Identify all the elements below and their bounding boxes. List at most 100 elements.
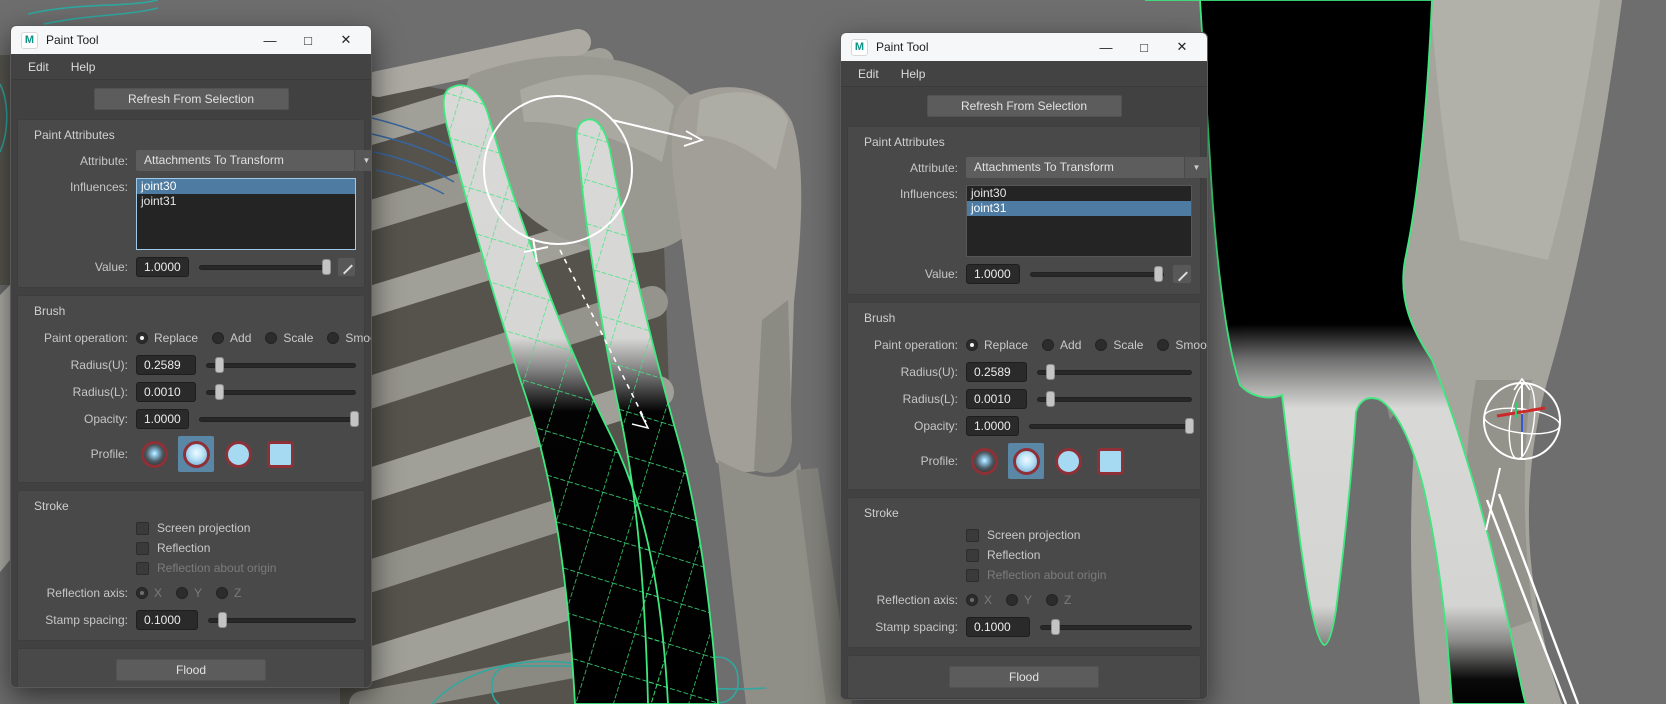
opacity-label: Opacity: (856, 419, 966, 433)
slider-track[interactable] (1037, 370, 1192, 375)
titlebar[interactable]: M Paint Tool — □ ✕ (841, 33, 1207, 61)
list-item-joint31[interactable]: joint31 (137, 194, 355, 209)
menubar: Edit Help (11, 54, 371, 80)
attribute-label: Attribute: (26, 154, 136, 168)
checkbox-icon[interactable] (136, 542, 149, 555)
slider-track[interactable] (206, 363, 356, 368)
slider-thumb[interactable] (218, 612, 227, 628)
profile-solid-button[interactable] (220, 436, 256, 472)
radius-l-field[interactable]: 0.0010 (136, 382, 196, 402)
slider-thumb[interactable] (215, 357, 224, 373)
profile-square-button[interactable] (1092, 443, 1128, 479)
menu-edit[interactable]: Edit (19, 57, 58, 77)
checkbox-screen-projection[interactable]: Screen projection (136, 521, 356, 535)
refresh-from-selection-button[interactable]: Refresh From Selection (927, 95, 1122, 117)
chevron-down-icon[interactable]: ▼ (1184, 157, 1208, 178)
attribute-dropdown-value: Attachments To Transform (136, 150, 354, 171)
profile-soft-button[interactable] (178, 436, 214, 472)
influences-list[interactable]: joint30 joint31 (136, 178, 356, 250)
stamp-spacing-slider[interactable] (1040, 618, 1192, 636)
value-slider[interactable] (1030, 265, 1164, 283)
maximize-icon[interactable]: □ (1129, 35, 1159, 59)
menu-help[interactable]: Help (62, 57, 105, 77)
stamp-spacing-field[interactable]: 0.1000 (966, 617, 1030, 637)
checkbox-icon (966, 569, 979, 582)
opacity-slider[interactable] (1029, 417, 1192, 435)
refresh-from-selection-button[interactable]: Refresh From Selection (94, 88, 289, 110)
slider-thumb[interactable] (350, 411, 359, 427)
list-item-joint30[interactable]: joint30 (137, 179, 355, 194)
list-item-joint31[interactable]: joint31 (967, 201, 1191, 216)
stamp-spacing-field[interactable]: 0.1000 (136, 610, 198, 630)
checkbox-screen-projection[interactable]: Screen projection (966, 528, 1192, 542)
checkbox-icon[interactable] (966, 529, 979, 542)
attach-slider-icon[interactable] (1172, 264, 1192, 284)
radio-scale[interactable]: Scale (1095, 338, 1143, 352)
radius-l-slider[interactable] (1037, 390, 1192, 408)
radius-u-slider[interactable] (1037, 363, 1192, 381)
close-icon[interactable]: ✕ (1167, 35, 1197, 59)
checkbox-icon[interactable] (966, 549, 979, 562)
titlebar[interactable]: M Paint Tool — □ ✕ (11, 26, 371, 54)
opacity-slider[interactable] (199, 410, 357, 428)
paint-operation-radios: Replace Add Scale Smooth (966, 338, 1208, 352)
checkbox-icon (136, 562, 149, 575)
slider-thumb[interactable] (1185, 418, 1194, 434)
slider-thumb[interactable] (1046, 391, 1055, 407)
radius-u-field[interactable]: 0.2589 (136, 355, 196, 375)
radius-l-slider[interactable] (206, 383, 356, 401)
slider-thumb[interactable] (1046, 364, 1055, 380)
profile-square-button[interactable] (262, 436, 298, 472)
radius-l-field[interactable]: 0.0010 (966, 389, 1027, 409)
radius-u-slider[interactable] (206, 356, 356, 374)
slider-track[interactable] (1037, 397, 1192, 402)
influences-list[interactable]: joint30 joint31 (966, 185, 1192, 257)
opacity-field[interactable]: 1.0000 (136, 409, 189, 429)
value-slider[interactable] (199, 258, 329, 276)
radio-add[interactable]: Add (1042, 338, 1081, 352)
slider-track[interactable] (199, 417, 357, 422)
minimize-icon[interactable]: — (1091, 35, 1121, 59)
slider-thumb[interactable] (215, 384, 224, 400)
value-field[interactable]: 1.0000 (136, 257, 189, 277)
slider-track[interactable] (1030, 272, 1164, 277)
close-icon[interactable]: ✕ (331, 28, 361, 52)
slider-track[interactable] (1040, 625, 1192, 630)
value-field[interactable]: 1.0000 (966, 264, 1020, 284)
slider-thumb[interactable] (1051, 619, 1060, 635)
profile-gaussian-button[interactable] (136, 436, 172, 472)
slider-track[interactable] (1029, 424, 1192, 429)
radio-scale[interactable]: Scale (265, 331, 313, 345)
minimize-icon[interactable]: — (255, 28, 285, 52)
list-item-joint30[interactable]: joint30 (967, 186, 1191, 201)
profile-gaussian-button[interactable] (966, 443, 1002, 479)
flood-button[interactable]: Flood (949, 666, 1099, 688)
checkbox-reflection[interactable]: Reflection (966, 548, 1192, 562)
menu-help[interactable]: Help (892, 64, 935, 84)
radio-add[interactable]: Add (212, 331, 251, 345)
checkbox-icon[interactable] (136, 522, 149, 535)
slider-track[interactable] (206, 390, 356, 395)
flood-button[interactable]: Flood (116, 659, 266, 681)
profile-soft-button[interactable] (1008, 443, 1044, 479)
slider-thumb[interactable] (1154, 266, 1163, 282)
attribute-dropdown[interactable]: Attachments To Transform ▼ (966, 157, 1208, 178)
window-title: Paint Tool (876, 40, 1083, 54)
slider-track[interactable] (208, 618, 356, 623)
radio-smooth[interactable]: Smooth (327, 331, 372, 345)
radio-replace[interactable]: Replace (136, 331, 198, 345)
slider-track[interactable] (199, 265, 329, 270)
radio-smooth[interactable]: Smooth (1157, 338, 1208, 352)
maximize-icon[interactable]: □ (293, 28, 323, 52)
profile-solid-button[interactable] (1050, 443, 1086, 479)
checkbox-reflection[interactable]: Reflection (136, 541, 356, 555)
stamp-spacing-slider[interactable] (208, 611, 356, 629)
attribute-dropdown[interactable]: Attachments To Transform ▼ (136, 150, 372, 171)
chevron-down-icon[interactable]: ▼ (354, 150, 372, 171)
radio-replace[interactable]: Replace (966, 338, 1028, 352)
opacity-field[interactable]: 1.0000 (966, 416, 1019, 436)
attach-slider-icon[interactable] (337, 257, 356, 277)
slider-thumb[interactable] (322, 259, 331, 275)
menu-edit[interactable]: Edit (849, 64, 888, 84)
radius-u-field[interactable]: 0.2589 (966, 362, 1027, 382)
